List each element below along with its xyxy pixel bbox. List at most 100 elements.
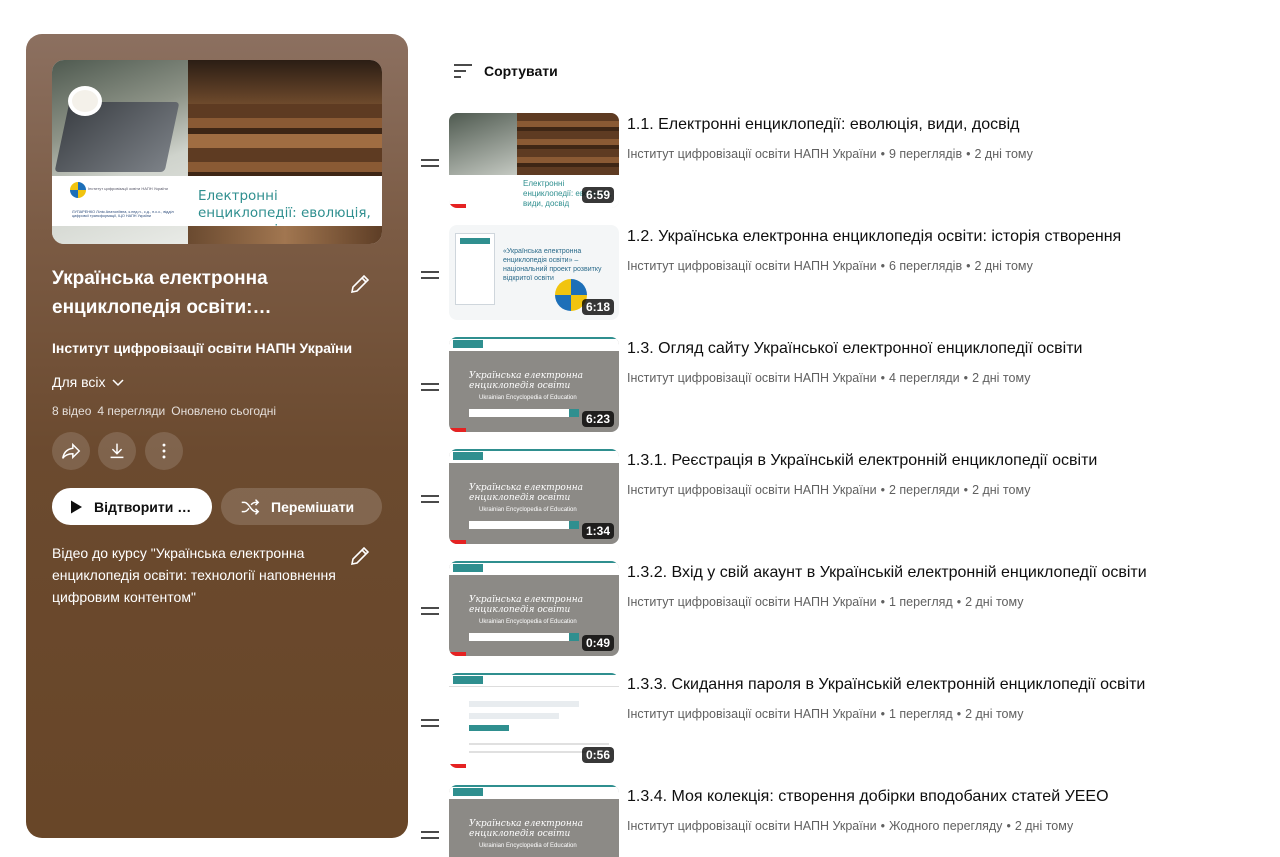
video-views: 9 переглядів <box>888 147 963 161</box>
drag-handle-icon[interactable] <box>420 267 440 279</box>
video-age: 2 дні тому <box>974 147 1033 161</box>
meta-separator: • <box>880 595 885 609</box>
more-options-button[interactable] <box>145 432 183 470</box>
drag-handle-icon[interactable] <box>420 491 440 503</box>
playlist-video-row[interactable]: Електронні енциклопедії: еволюція, види,… <box>420 113 1260 209</box>
thumb-site-search <box>469 521 579 529</box>
video-title[interactable]: 1.1. Електронні енциклопедії: еволюція, … <box>627 116 1019 134</box>
thumb-site-title: Українська електронна енциклопедія освіт… <box>469 483 584 503</box>
thumb-site-subtitle: Ukrainian Encyclopedia of Education <box>479 395 577 401</box>
playlist-title: Українська електронна енциклопедія освіт… <box>52 268 272 318</box>
hero-org: Інститут цифровізації освіти НАПН Україн… <box>88 186 168 191</box>
playlist-description: Відео до курсу "Українська електронна ен… <box>52 545 336 605</box>
video-thumbnail[interactable]: Українська електронна енциклопедія освіт… <box>449 785 619 857</box>
playlist-video-row[interactable]: 0:56 1.3.3. Скидання пароля в Українській… <box>420 673 1260 769</box>
video-views: 1 перегляд <box>888 595 953 609</box>
video-duration: 1:34 <box>581 523 614 539</box>
thumb-site-header <box>449 337 619 351</box>
meta-separator: • <box>880 371 885 385</box>
video-channel[interactable]: Інститут цифровізації освіти НАПН Україн… <box>627 147 877 161</box>
video-meta: Інститут цифровізації освіти НАПН Україн… <box>627 707 1023 721</box>
video-title[interactable]: 1.3.3. Скидання пароля в Українській еле… <box>627 676 1145 694</box>
playlist-video-row[interactable]: «Українська електронна енциклопедія осві… <box>420 225 1260 321</box>
video-age: 2 дні тому <box>972 483 1031 497</box>
video-title[interactable]: 1.3.2. Вхід у свій акаунт в Українській … <box>627 564 1147 582</box>
video-age: 2 дні тому <box>972 371 1031 385</box>
video-meta: Інститут цифровізації освіти НАПН Україн… <box>627 259 1033 273</box>
drag-handle-icon[interactable] <box>420 827 440 839</box>
video-title[interactable]: 1.3.1. Реєстрація в Українській електрон… <box>627 452 1097 470</box>
video-thumbnail[interactable]: Українська електронна енциклопедія освіт… <box>449 561 619 656</box>
video-channel[interactable]: Інститут цифровізації освіти НАПН Україн… <box>627 483 877 497</box>
video-views: Жодного перегляду <box>888 819 1003 833</box>
video-channel[interactable]: Інститут цифровізації освіти НАПН Україн… <box>627 371 877 385</box>
meta-separator: • <box>963 371 969 385</box>
thumb-site-search <box>469 633 579 641</box>
thumb-form-line <box>469 743 609 745</box>
download-button[interactable] <box>98 432 136 470</box>
video-thumbnail[interactable]: Українська електронна енциклопедія освіт… <box>449 337 619 432</box>
visibility-label: Для всіх <box>52 374 106 390</box>
playlist-video-row[interactable]: Українська електронна енциклопедія освіт… <box>420 785 1260 857</box>
thumb-site-subtitle: Ukrainian Encyclopedia of Education <box>479 507 577 513</box>
share-icon <box>62 442 81 460</box>
edit-title-pencil-icon[interactable] <box>348 272 372 296</box>
drag-handle-icon[interactable] <box>420 379 440 391</box>
play-all-label: Відтворити … <box>94 498 192 515</box>
video-thumbnail[interactable]: «Українська електронна енциклопедія осві… <box>449 225 619 320</box>
video-views: 6 переглядів <box>888 259 963 273</box>
playlist-thumbnail[interactable]: Інститут цифровізації освіти НАПН Україн… <box>52 60 382 244</box>
playlist-channel-link[interactable]: Інститут цифровізації освіти НАПН Україн… <box>52 340 352 356</box>
playlist-video-row[interactable]: Українська електронна енциклопедія освіт… <box>420 561 1260 657</box>
play-all-button[interactable]: Відтворити … <box>52 488 212 525</box>
video-channel[interactable]: Інститут цифровізації освіти НАПН Україн… <box>627 259 877 273</box>
video-count: 8 відео <box>52 404 92 418</box>
video-thumbnail[interactable]: Українська електронна енциклопедія освіт… <box>449 449 619 544</box>
sort-label: Сортувати <box>484 63 558 79</box>
drag-handle-icon[interactable] <box>420 603 440 615</box>
thumb-form-line <box>469 751 589 753</box>
video-duration: 6:23 <box>581 411 614 427</box>
playlist-video-row[interactable]: Українська електронна енциклопедія освіт… <box>420 449 1260 545</box>
video-duration: 0:56 <box>581 747 614 763</box>
hero-laptop <box>54 102 180 172</box>
drag-handle-icon[interactable] <box>420 715 440 727</box>
video-age: 2 дні тому <box>965 707 1024 721</box>
video-title[interactable]: 1.2. Українська електронна енциклопедія … <box>627 228 1121 246</box>
video-channel[interactable]: Інститут цифровізації освіти НАПН Україн… <box>627 707 877 721</box>
watch-progress-bar <box>449 540 466 544</box>
thumb-site-header <box>449 785 619 799</box>
thumb-site-title: Українська електронна енциклопедія освіт… <box>469 595 584 615</box>
video-channel[interactable]: Інститут цифровізації освіти НАПН Україн… <box>627 819 877 833</box>
share-button[interactable] <box>52 432 90 470</box>
edit-description-pencil-icon[interactable] <box>348 544 372 568</box>
drag-handle-icon[interactable] <box>420 155 440 167</box>
visibility-dropdown[interactable]: Для всіх <box>52 374 126 390</box>
video-meta: Інститут цифровізації освіти НАПН Україн… <box>627 819 1073 833</box>
video-thumbnail[interactable]: 0:56 <box>449 673 619 768</box>
playlist-stats: 8 відео 4 перегляди Оновлено сьогодні <box>52 404 276 418</box>
view-count: 4 перегляди <box>97 404 166 418</box>
meta-separator: • <box>966 147 971 161</box>
thumb-desk <box>449 113 517 183</box>
video-duration: 6:18 <box>581 299 614 315</box>
video-views: 4 перегляди <box>888 371 960 385</box>
download-icon <box>110 443 124 459</box>
video-thumbnail[interactable]: Електронні енциклопедії: еволюція, види,… <box>449 113 619 208</box>
video-title[interactable]: 1.3. Огляд сайту Української електронної… <box>627 340 1082 358</box>
playlist-panel: Інститут цифровізації освіти НАПН Україн… <box>26 34 408 838</box>
sort-icon <box>454 64 472 78</box>
video-meta: Інститут цифровізації освіти НАПН Україн… <box>627 483 1030 497</box>
video-meta: Інститут цифровізації освіти НАПН Україн… <box>627 595 1023 609</box>
meta-separator: • <box>880 259 885 273</box>
shuffle-button[interactable]: Перемішати <box>221 488 382 525</box>
hero-books <box>188 104 382 176</box>
sort-button[interactable]: Сортувати <box>452 60 558 82</box>
meta-separator: • <box>880 147 885 161</box>
video-channel[interactable]: Інститут цифровізації освіти НАПН Україн… <box>627 595 877 609</box>
playlist-video-row[interactable]: Українська електронна енциклопедія освіт… <box>420 337 1260 433</box>
shuffle-icon <box>241 498 260 515</box>
watch-progress-bar <box>449 428 466 432</box>
video-title[interactable]: 1.3.4. Моя колекція: створення добірки в… <box>627 788 1109 806</box>
hero-books-top <box>188 60 382 104</box>
